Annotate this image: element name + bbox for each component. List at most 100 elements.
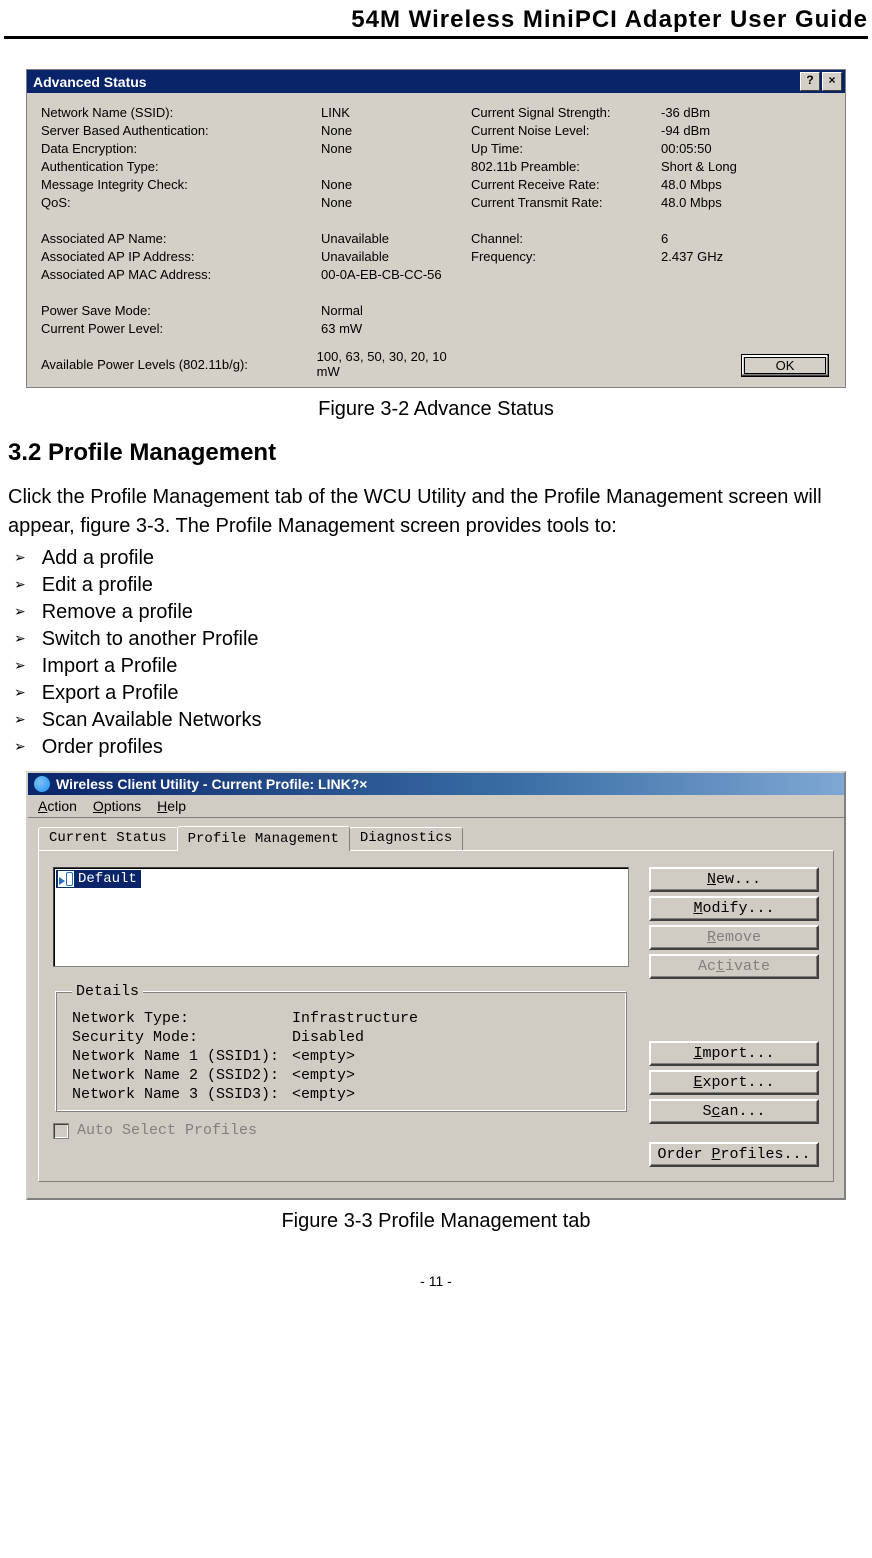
figure-3-2-caption: Figure 3-2 Advance Status [4, 398, 868, 421]
intro-paragraph: Click the Profile Management tab of the … [8, 483, 864, 541]
signal-label: Current Signal Strength: [471, 105, 661, 120]
ap-name-label: Associated AP Name: [41, 231, 321, 246]
avail-power-value: 100, 63, 50, 30, 20, 10 mW [317, 349, 471, 379]
mic-label: Message Integrity Check: [41, 177, 321, 192]
modify-button[interactable]: Modify... [649, 896, 819, 921]
list-item: Import a Profile [8, 653, 868, 680]
profile-list-item[interactable]: Default [56, 870, 141, 888]
tab-current-status[interactable]: Current Status [38, 827, 178, 850]
tab-strip: Current Status Profile Management Diagno… [38, 826, 834, 850]
figure-3-3-caption: Figure 3-3 Profile Management tab [4, 1210, 868, 1233]
net-type-value: Infrastructure [292, 1010, 418, 1029]
ssid1-label: Network Name 1 (SSID1): [72, 1048, 292, 1067]
auto-select-label: Auto Select Profiles [77, 1122, 257, 1139]
net-type-label: Network Type: [72, 1010, 292, 1029]
menu-bar: Action Options Help [28, 795, 844, 818]
list-item: Add a profile [8, 545, 868, 572]
server-auth-label: Server Based Authentication: [41, 123, 321, 138]
uptime-value: 00:05:50 [661, 141, 712, 156]
auth-type-label: Authentication Type: [41, 159, 321, 174]
tx-rate-label: Current Transmit Rate: [471, 195, 661, 210]
export-button[interactable]: Export... [649, 1070, 819, 1095]
advanced-status-dialog: Advanced Status ? × Network Name (SSID):… [26, 69, 846, 388]
page-number: - 11 - [4, 1273, 868, 1289]
menu-action[interactable]: Action [38, 798, 77, 814]
preamble-value: Short & Long [661, 159, 737, 174]
import-button[interactable]: Import... [649, 1041, 819, 1066]
sec-mode-label: Security Mode: [72, 1029, 292, 1048]
ssid-value: LINK [321, 105, 350, 120]
dialog-titlebar: Advanced Status ? × [27, 70, 845, 93]
close-icon[interactable]: × [359, 776, 367, 792]
tx-rate-value: 48.0 Mbps [661, 195, 722, 210]
ssid-label: Network Name (SSID): [41, 105, 321, 120]
power-level-value: 63 mW [321, 321, 362, 336]
help-icon[interactable]: ? [351, 776, 360, 792]
app-icon [33, 775, 51, 793]
details-legend: Details [72, 983, 143, 1000]
tab-diagnostics[interactable]: Diagnostics [349, 827, 463, 850]
ssid2-value: <empty> [292, 1067, 355, 1086]
profile-icon [57, 870, 75, 888]
psm-label: Power Save Mode: [41, 303, 321, 318]
scan-button[interactable]: Scan... [649, 1099, 819, 1124]
tab-panel: Default Details Network Type:Infrastruct… [38, 850, 834, 1182]
menu-help[interactable]: Help [157, 798, 186, 814]
ssid3-value: <empty> [292, 1086, 355, 1105]
ssid2-label: Network Name 2 (SSID2): [72, 1067, 292, 1086]
order-profiles-button[interactable]: Order Profiles... [649, 1142, 819, 1167]
wcu-titlebar: Wireless Client Utility - Current Profil… [28, 773, 844, 795]
noise-value: -94 dBm [661, 123, 710, 138]
profile-tools-list: Add a profile Edit a profile Remove a pr… [8, 545, 868, 761]
details-group: Details Network Type:Infrastructure Secu… [55, 983, 627, 1112]
freq-value: 2.437 GHz [661, 249, 723, 264]
power-level-label: Current Power Level: [41, 321, 321, 336]
noise-label: Current Noise Level: [471, 123, 661, 138]
preamble-label: 802.11b Preamble: [471, 159, 661, 174]
list-item: Switch to another Profile [8, 626, 868, 653]
dialog-title: Advanced Status [33, 74, 147, 90]
list-item: Remove a profile [8, 599, 868, 626]
wcu-title: Wireless Client Utility - Current Profil… [56, 776, 351, 792]
ok-button-label: OK [742, 356, 828, 375]
ok-button[interactable]: OK [741, 354, 829, 377]
new-button[interactable]: New... [649, 867, 819, 892]
list-item: Export a Profile [8, 680, 868, 707]
channel-label: Channel: [471, 231, 661, 246]
psm-value: Normal [321, 303, 363, 318]
freq-label: Frequency: [471, 249, 661, 264]
doc-title: 54M Wireless MiniPCI Adapter User Guide [4, 0, 868, 39]
wcu-dialog: Wireless Client Utility - Current Profil… [26, 771, 846, 1200]
qos-value: None [321, 195, 352, 210]
ap-ip-label: Associated AP IP Address: [41, 249, 321, 264]
profile-list[interactable]: Default [53, 867, 629, 967]
ssid1-value: <empty> [292, 1048, 355, 1067]
list-item: Scan Available Networks [8, 707, 868, 734]
ap-mac-value: 00-0A-EB-CB-CC-56 [321, 267, 442, 282]
menu-options[interactable]: Options [93, 798, 141, 814]
mic-value: None [321, 177, 352, 192]
channel-value: 6 [661, 231, 668, 246]
rx-rate-label: Current Receive Rate: [471, 177, 661, 192]
uptime-label: Up Time: [471, 141, 661, 156]
auto-select-row: Auto Select Profiles [53, 1122, 629, 1139]
rx-rate-value: 48.0 Mbps [661, 177, 722, 192]
signal-value: -36 dBm [661, 105, 710, 120]
list-item: Order profiles [8, 734, 868, 761]
server-auth-value: None [321, 123, 352, 138]
auto-select-checkbox [53, 1123, 69, 1139]
help-icon[interactable]: ? [800, 72, 820, 91]
data-enc-value: None [321, 141, 352, 156]
ap-name-value: Unavailable [321, 231, 389, 246]
ap-mac-label: Associated AP MAC Address: [41, 267, 321, 282]
profile-item-label: Default [78, 871, 137, 887]
tab-profile-management[interactable]: Profile Management [177, 826, 350, 851]
sec-mode-value: Disabled [292, 1029, 364, 1048]
ssid3-label: Network Name 3 (SSID3): [72, 1086, 292, 1105]
list-item: Edit a profile [8, 572, 868, 599]
data-enc-label: Data Encryption: [41, 141, 321, 156]
ap-ip-value: Unavailable [321, 249, 389, 264]
remove-button: Remove [649, 925, 819, 950]
qos-label: QoS: [41, 195, 321, 210]
close-icon[interactable]: × [822, 72, 842, 91]
